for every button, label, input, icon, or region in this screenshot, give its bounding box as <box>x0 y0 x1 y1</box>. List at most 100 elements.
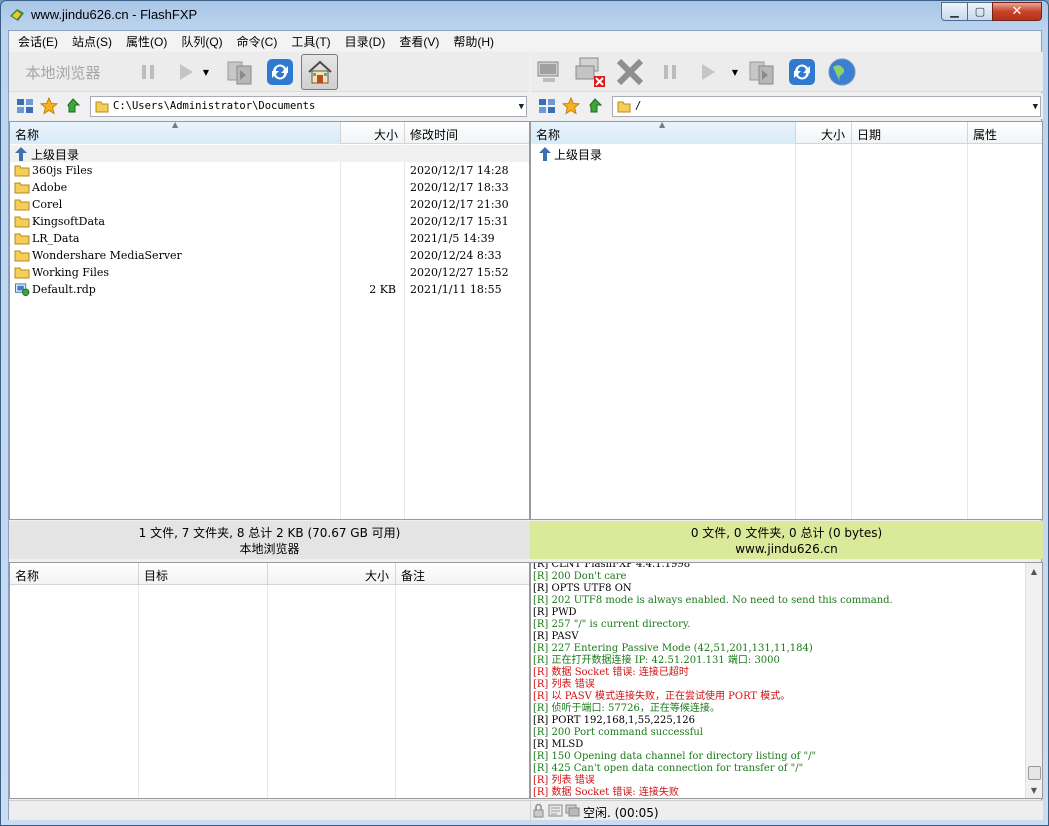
site-manager-button[interactable] <box>15 97 35 115</box>
folder-icon <box>14 216 30 228</box>
session-log[interactable]: [R] CLNT FlashFXP 4.4.1.1998 [R] 200 Don'… <box>530 562 1043 799</box>
transfer-dropdown[interactable]: ▼ <box>199 55 213 89</box>
menu-sites[interactable]: 站点(S) <box>65 31 119 51</box>
remote-parent-dir-button[interactable] <box>585 97 605 115</box>
log-line: [R] PASV <box>533 631 579 642</box>
menu-session[interactable]: 会话(E) <box>11 31 65 51</box>
file-modified: 2020/12/17 15:31 <box>410 215 509 228</box>
file-row[interactable]: KingsoftData 2020/12/17 15:31 <box>10 213 529 230</box>
menu-directory[interactable]: 目录(D) <box>338 31 393 51</box>
remote-transfer-dropdown[interactable]: ▼ <box>728 55 742 89</box>
folder-icon <box>14 199 30 211</box>
remote-refresh-button[interactable] <box>785 55 819 89</box>
queue-col-size[interactable]: 大小 <box>268 563 396 585</box>
abort-icon <box>616 58 644 86</box>
log-line: [R] 数据 Socket 错误: 连接已超时 <box>533 667 689 678</box>
menu-commands[interactable]: 命令(C) <box>230 31 285 51</box>
remote-status: 0 文件, 0 文件夹, 0 总计 (0 bytes) www.jindu626… <box>530 521 1043 559</box>
remote-list-header: ▲ 名称 大小 日期 属性 <box>531 122 1042 144</box>
col-header-size[interactable]: 大小 <box>341 122 405 144</box>
col-header-size[interactable]: 大小 <box>796 122 852 144</box>
col-header-name[interactable]: ▲ 名称 <box>10 122 341 144</box>
queue-col-name[interactable]: 名称 <box>10 563 139 585</box>
site-info-button[interactable] <box>825 55 859 89</box>
remote-transfer-button[interactable] <box>691 55 725 89</box>
minimize-icon: ▁ <box>950 5 959 18</box>
title-bar[interactable]: www.jindu626.cn - FlashFXP ▁ ▢ ✕ <box>1 1 1048 29</box>
file-name: Corel <box>32 198 63 211</box>
remote-path-input[interactable]: / ▼ <box>612 96 1041 117</box>
favorites-button[interactable] <box>39 97 59 115</box>
menu-view[interactable]: 查看(V) <box>392 31 446 51</box>
menu-options[interactable]: 属性(O) <box>119 31 174 51</box>
log-line: [R] 以 PASV 模式连接失败，正在尝试使用 PORT 模式。 <box>533 691 791 702</box>
column-divider <box>395 585 396 798</box>
scroll-down-button[interactable]: ▼ <box>1026 782 1042 798</box>
close-button[interactable]: ✕ <box>992 2 1042 21</box>
menu-tools[interactable]: 工具(T) <box>284 31 337 51</box>
minimize-button[interactable]: ▁ <box>941 2 968 21</box>
parent-directory-row[interactable]: 上级目录 <box>531 145 1042 162</box>
up-arrow-icon <box>589 98 603 113</box>
file-row[interactable]: Working Files 2020/12/27 15:52 <box>10 264 529 281</box>
file-name: Default.rdp <box>32 283 96 296</box>
parent-dir-button[interactable] <box>63 97 83 115</box>
compare-button[interactable] <box>223 55 257 89</box>
folder-icon <box>14 165 30 177</box>
chevron-down-icon: ▼ <box>731 67 739 77</box>
connect-button[interactable] <box>533 55 567 89</box>
abort-button[interactable] <box>613 55 647 89</box>
file-row[interactable]: Wondershare MediaServer 2020/12/24 8:33 <box>10 247 529 264</box>
local-path-text: C:\Users\Administrator\Documents <box>113 100 316 112</box>
log-line: [R] 正在打开数据连接 IP: 42.51.201.131 端口: 3000 <box>533 655 780 666</box>
scroll-thumb[interactable] <box>1028 766 1041 780</box>
col-header-name[interactable]: ▲ 名称 <box>531 122 796 144</box>
remote-desktop-file-icon <box>15 283 30 296</box>
queue-col-note[interactable]: 备注 <box>396 563 529 585</box>
log-line: [R] 列表 错误 <box>533 679 595 690</box>
log-scrollbar[interactable]: ▲ ▼ <box>1025 563 1042 798</box>
folder-icon <box>617 101 631 113</box>
disconnect-button[interactable] <box>573 55 607 89</box>
local-browser-button[interactable]: 本地浏览器 <box>15 55 111 89</box>
queue-col-target[interactable]: 目标 <box>139 563 268 585</box>
remote-favorites-button[interactable] <box>561 97 581 115</box>
local-status: 1 文件, 7 文件夹, 8 总计 2 KB (70.67 GB 可用) 本地浏… <box>9 521 530 559</box>
transfer-button[interactable] <box>169 55 203 89</box>
menu-help[interactable]: 帮助(H) <box>446 31 501 51</box>
file-row[interactable]: Corel 2020/12/17 21:30 <box>10 196 529 213</box>
menu-queue[interactable]: 队列(Q) <box>174 31 229 51</box>
parent-directory-row[interactable]: 上级目录 <box>10 145 529 162</box>
remote-pause-button[interactable] <box>653 55 687 89</box>
folder-icon <box>14 267 30 279</box>
transfer-mode-icon <box>548 804 563 817</box>
file-row[interactable]: 360js Files 2020/12/17 14:28 <box>10 162 529 179</box>
log-line: [R] CLNT FlashFXP 4.4.1.1998 <box>533 562 691 570</box>
column-divider <box>138 585 139 798</box>
col-header-modified[interactable]: 修改时间 <box>405 122 529 144</box>
scroll-up-button[interactable]: ▲ <box>1026 563 1042 579</box>
connect-icon <box>537 61 559 82</box>
col-header-attr[interactable]: 属性 <box>968 122 1042 144</box>
file-row[interactable]: Default.rdp 2 KB 2021/1/11 18:55 <box>10 281 529 298</box>
refresh-button[interactable] <box>263 55 297 89</box>
log-line: [R] MLSD <box>533 739 584 750</box>
column-divider <box>851 144 852 519</box>
transfer-queue: 名称 目标 大小 备注 <box>9 562 530 799</box>
log-line: [R] 150 Opening data channel for directo… <box>533 751 817 762</box>
client-area: 会话(E) 站点(S) 属性(O) 队列(Q) 命令(C) 工具(T) 目录(D… <box>8 30 1043 821</box>
file-row[interactable]: Adobe 2020/12/17 18:33 <box>10 179 529 196</box>
col-header-date[interactable]: 日期 <box>852 122 968 144</box>
remote-compare-button[interactable] <box>745 55 779 89</box>
remote-status-label: www.jindu626.cn <box>735 542 838 556</box>
chevron-down-icon[interactable]: ▼ <box>519 102 524 112</box>
local-path-input[interactable]: C:\Users\Administrator\Documents ▼ <box>90 96 527 117</box>
file-row[interactable]: LR_Data 2021/1/5 14:39 <box>10 230 529 247</box>
chevron-down-icon[interactable]: ▼ <box>1033 102 1038 112</box>
remote-site-manager-button[interactable] <box>537 97 557 115</box>
refresh-icon <box>267 59 293 85</box>
local-list-header: ▲ 名称 大小 修改时间 <box>10 122 529 144</box>
maximize-button[interactable]: ▢ <box>967 2 993 21</box>
home-button[interactable] <box>301 54 338 90</box>
pause-button[interactable] <box>131 55 165 89</box>
